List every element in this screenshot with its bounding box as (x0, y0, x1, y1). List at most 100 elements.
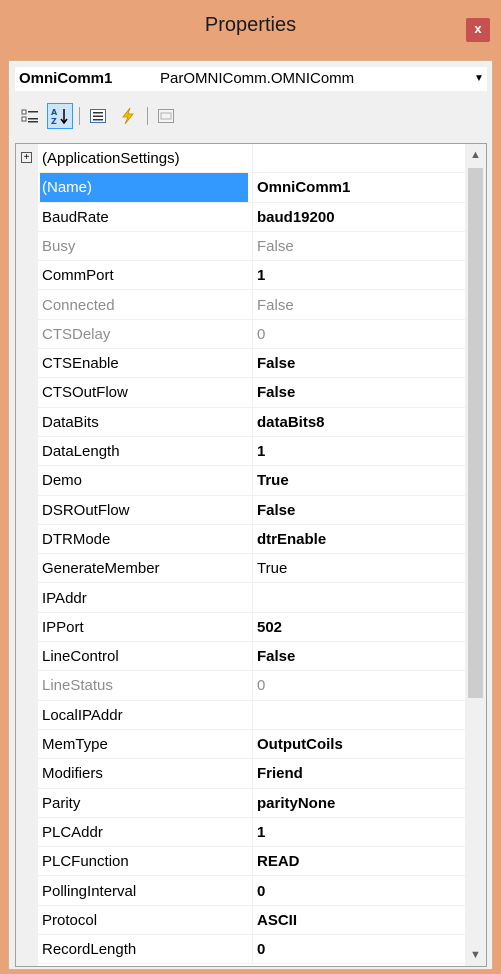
property-name: CTSEnable (42, 355, 119, 373)
property-value[interactable]: False (252, 642, 465, 671)
chevron-down-icon[interactable]: ▼ (473, 71, 485, 87)
property-value[interactable]: ASCII (252, 905, 465, 935)
property-row[interactable]: PollingInterval 0 (16, 876, 465, 906)
property-value[interactable]: READ (252, 847, 465, 876)
svg-text:A: A (51, 108, 58, 117)
property-value[interactable]: OutputCoils (252, 730, 465, 759)
property-value[interactable]: 0 (252, 935, 465, 964)
window-title: Properties (204, 14, 297, 36)
object-name: OmniComm1 (19, 70, 113, 87)
property-name: CommPort (42, 267, 114, 285)
properties-icon (90, 109, 106, 123)
property-name: MemType (42, 736, 108, 753)
property-value[interactable]: dataBits8 (252, 407, 465, 436)
property-pages-button[interactable] (153, 103, 179, 129)
scroll-down-icon[interactable]: ▼ (465, 944, 486, 966)
property-name: Busy (42, 237, 76, 255)
alphabetical-icon: A Z (51, 108, 68, 125)
property-value[interactable]: False (252, 495, 465, 524)
title-bar[interactable]: Properties x (0, 0, 501, 60)
property-value[interactable]: dtrEnable (252, 524, 465, 554)
property-name: Protocol (42, 911, 98, 929)
property-row[interactable]: Modifiers Friend (16, 759, 465, 789)
property-value[interactable]: 1 (252, 437, 465, 466)
vertical-scrollbar[interactable]: ▲ ▼ (465, 144, 486, 966)
property-row[interactable]: LocalIPAddr (16, 700, 465, 730)
expand-icon[interactable]: + (21, 152, 32, 163)
property-row[interactable]: DSROutFlow False (16, 495, 465, 525)
property-row[interactable]: DTRMode dtrEnable (16, 524, 465, 555)
scroll-thumb[interactable] (468, 168, 483, 698)
property-value[interactable]: 0 (252, 876, 465, 905)
property-name: IPPort (42, 618, 84, 636)
property-value[interactable]: 0 (252, 319, 465, 349)
property-row[interactable]: Busy False (16, 231, 465, 262)
property-name: PLCFunction (42, 853, 129, 871)
property-name: LineControl (42, 648, 119, 666)
properties-window: Properties x OmniComm1 ParOMNIComm.OMNIC… (0, 0, 501, 974)
properties-toolbar: A Z (17, 99, 487, 133)
close-button[interactable]: x (466, 18, 490, 42)
property-name: DataLength (42, 443, 120, 460)
property-value[interactable]: True (252, 554, 465, 583)
property-value[interactable] (252, 583, 465, 612)
property-row[interactable]: (Name) OmniComm1 (16, 173, 465, 203)
property-row[interactable]: BaudRate baud19200 (16, 202, 465, 232)
alphabetical-button[interactable]: A Z (47, 103, 73, 129)
property-row[interactable]: IPAddr (16, 583, 465, 613)
property-name: (Name) (40, 173, 248, 202)
property-name: CTSOutFlow (42, 384, 128, 402)
property-name: PLCAddr (42, 823, 103, 841)
categorized-button[interactable] (17, 103, 43, 129)
property-name: Parity (42, 794, 81, 812)
svg-text:Z: Z (51, 117, 57, 125)
property-row[interactable]: DataLength 1 (16, 437, 465, 467)
property-value[interactable] (252, 144, 465, 173)
property-value[interactable]: False (252, 231, 465, 261)
property-row[interactable]: CTSEnable False (16, 349, 465, 379)
property-value[interactable]: 1 (252, 261, 465, 290)
property-row[interactable]: CommPort 1 (16, 261, 465, 291)
property-row[interactable]: MemType OutputCoils (16, 730, 465, 760)
property-row[interactable]: RecordLength 0 (16, 935, 465, 965)
property-row[interactable]: Demo True (16, 466, 465, 496)
property-name: Modifiers (42, 765, 103, 783)
property-value[interactable]: False (252, 378, 465, 407)
property-value[interactable]: Friend (252, 759, 465, 788)
property-row[interactable]: CTSOutFlow False (16, 378, 465, 408)
property-name: PollingInterval (42, 882, 137, 900)
property-name: GenerateMember (42, 560, 160, 578)
property-value[interactable] (252, 700, 465, 729)
toolbar-separator (147, 107, 148, 125)
properties-button[interactable] (85, 103, 111, 129)
property-value[interactable]: 1 (252, 817, 465, 847)
property-row[interactable]: LineStatus 0 (16, 671, 465, 701)
property-row[interactable]: LineControl False (16, 642, 465, 672)
property-value[interactable]: 0 (252, 671, 465, 700)
property-row[interactable]: CTSDelay 0 (16, 319, 465, 350)
property-value[interactable]: True (252, 466, 465, 495)
scroll-up-icon[interactable]: ▲ (465, 144, 486, 166)
property-name: BaudRate (42, 208, 109, 226)
property-row[interactable]: GenerateMember True (16, 554, 465, 584)
property-value[interactable]: OmniComm1 (252, 173, 465, 202)
property-row[interactable]: PLCFunction READ (16, 847, 465, 877)
property-name: CTSDelay (42, 325, 111, 343)
object-selector[interactable]: OmniComm1 ParOMNIComm.OMNIComm ▼ (15, 67, 487, 91)
property-row[interactable]: PLCAddr 1 (16, 817, 465, 848)
property-row[interactable]: DataBits dataBits8 (16, 407, 465, 437)
property-value[interactable]: False (252, 349, 465, 378)
property-value[interactable]: False (252, 290, 465, 319)
toolbar-separator (79, 107, 80, 125)
property-value[interactable]: parityNone (252, 788, 465, 817)
property-value[interactable]: baud19200 (252, 202, 465, 231)
property-row[interactable]: IPPort 502 (16, 612, 465, 643)
property-name: (ApplicationSettings) (42, 150, 180, 167)
property-row[interactable]: Protocol ASCII (16, 905, 465, 936)
property-row[interactable]: Parity parityNone (16, 788, 465, 818)
property-row[interactable]: + (ApplicationSettings) (16, 144, 465, 174)
events-button[interactable] (115, 103, 141, 129)
property-value[interactable]: 502 (252, 612, 465, 642)
property-row[interactable]: Connected False (16, 290, 465, 320)
property-name: IPAddr (42, 589, 87, 607)
